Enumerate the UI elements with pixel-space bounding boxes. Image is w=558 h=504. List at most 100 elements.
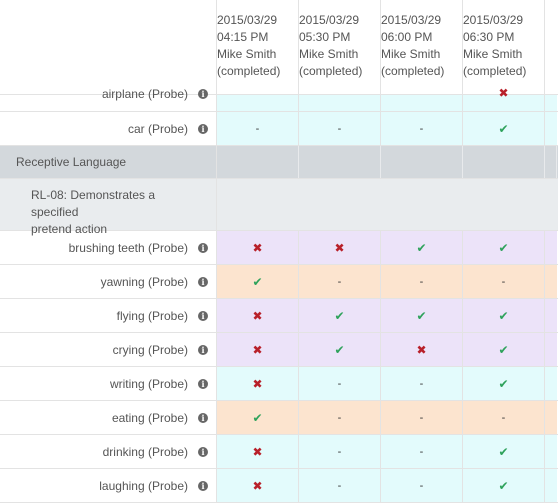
table-row: drinking (Probe) i ✖ - - ✔ bbox=[0, 435, 558, 469]
info-icon[interactable]: i bbox=[198, 89, 208, 99]
result-cell[interactable]: - bbox=[299, 112, 381, 145]
info-icon[interactable]: i bbox=[198, 123, 208, 134]
dash-icon: - bbox=[419, 377, 424, 390]
result-cell[interactable]: - bbox=[381, 367, 463, 400]
result-cell[interactable]: ✔ bbox=[463, 469, 545, 502]
goal-cell bbox=[463, 179, 545, 230]
session-time: 04:15 PM bbox=[217, 30, 269, 44]
row-label: crying (Probe) bbox=[112, 342, 188, 357]
result-cell[interactable]: ✖ bbox=[217, 469, 299, 502]
section-title[interactable]: Receptive Language bbox=[0, 146, 217, 178]
result-cell[interactable]: ✔ bbox=[299, 333, 381, 366]
session-column-header[interactable]: 2015/03/29 06:00 PM Mike Smith (complete… bbox=[381, 0, 463, 94]
dash-icon: - bbox=[337, 411, 342, 424]
session-time: 06:00 PM bbox=[381, 30, 433, 44]
goal-title[interactable]: RL-08: Demonstrates a specified pretend a… bbox=[0, 179, 217, 236]
session-user: Mike Smith bbox=[381, 47, 441, 61]
row-label-cell: crying (Probe) i bbox=[0, 333, 217, 366]
row-label-cell: laughing (Probe) i bbox=[0, 469, 217, 502]
session-time: 05:30 PM bbox=[299, 30, 351, 44]
header-corner bbox=[0, 0, 217, 94]
result-cell[interactable]: - bbox=[381, 435, 463, 468]
result-cell[interactable]: ✔ bbox=[463, 435, 545, 468]
result-cell[interactable]: - bbox=[381, 112, 463, 145]
result-cell[interactable]: ✔ bbox=[217, 401, 299, 434]
check-icon: ✔ bbox=[334, 308, 345, 323]
result-cell[interactable]: ✔ bbox=[299, 299, 381, 332]
result-cell[interactable]: - bbox=[381, 469, 463, 502]
result-cell[interactable]: - bbox=[299, 435, 381, 468]
result-cell[interactable]: ✖ bbox=[463, 86, 545, 111]
table-row: writing (Probe) i ✖ - - ✔ bbox=[0, 367, 558, 401]
dash-icon: - bbox=[337, 275, 342, 288]
result-cell[interactable]: ✔ bbox=[217, 265, 299, 298]
result-cell-partial bbox=[545, 231, 557, 264]
dash-icon: - bbox=[419, 479, 424, 492]
result-cell[interactable]: ✔ bbox=[381, 231, 463, 264]
result-cell[interactable]: ✖ bbox=[217, 333, 299, 366]
session-column-header[interactable]: 2015/03/29 04:15 PM Mike Smith (complete… bbox=[217, 0, 299, 94]
header-row: 2015/03/29 04:15 PM Mike Smith (complete… bbox=[0, 0, 558, 95]
result-cell[interactable]: - bbox=[463, 401, 545, 434]
goal-title-line1: RL-08: Demonstrates a specified bbox=[31, 188, 156, 219]
info-icon[interactable]: i bbox=[198, 480, 208, 491]
result-cell[interactable]: - bbox=[463, 265, 545, 298]
info-icon[interactable]: i bbox=[198, 276, 208, 287]
row-label: flying (Probe) bbox=[116, 308, 188, 323]
cross-icon: ✖ bbox=[416, 342, 427, 357]
info-icon[interactable]: i bbox=[198, 242, 208, 253]
result-cell[interactable]: ✔ bbox=[463, 367, 545, 400]
check-icon: ✔ bbox=[416, 308, 427, 323]
info-icon[interactable]: i bbox=[198, 446, 208, 457]
check-icon: ✔ bbox=[416, 240, 427, 255]
check-icon: ✔ bbox=[334, 342, 345, 357]
result-cell[interactable]: ✔ bbox=[463, 333, 545, 366]
section-cell bbox=[381, 146, 463, 178]
result-cell[interactable]: ✖ bbox=[217, 231, 299, 264]
result-cell[interactable]: ✔ bbox=[381, 299, 463, 332]
row-label: laughing (Probe) bbox=[99, 478, 188, 493]
info-icon[interactable]: i bbox=[198, 412, 208, 423]
session-date: 2015/03/29 bbox=[463, 13, 524, 27]
result-cell[interactable]: - bbox=[381, 265, 463, 298]
info-icon[interactable]: i bbox=[198, 310, 208, 321]
session-column-header-partial bbox=[545, 0, 557, 94]
result-cell[interactable]: - bbox=[217, 112, 299, 145]
dash-icon: - bbox=[419, 275, 424, 288]
result-cell[interactable]: ✖ bbox=[381, 333, 463, 366]
dash-icon: - bbox=[255, 122, 260, 135]
result-cell[interactable]: ✔ bbox=[463, 299, 545, 332]
result-cell[interactable]: - bbox=[299, 265, 381, 298]
info-icon[interactable]: i bbox=[198, 344, 208, 355]
result-cell[interactable]: ✔ bbox=[463, 112, 545, 145]
session-column-header[interactable]: 2015/03/29 05:30 PM Mike Smith (complete… bbox=[299, 0, 381, 94]
result-cell[interactable]: - bbox=[299, 367, 381, 400]
result-cell[interactable]: ✖ bbox=[217, 299, 299, 332]
dash-icon: - bbox=[337, 377, 342, 390]
result-cell[interactable]: ✔ bbox=[463, 231, 545, 264]
result-cell-partial bbox=[545, 265, 557, 298]
check-icon: ✔ bbox=[498, 240, 509, 255]
row-label: drinking (Probe) bbox=[102, 444, 188, 459]
result-cell[interactable] bbox=[381, 95, 463, 111]
row-label: car (Probe) bbox=[127, 121, 188, 136]
goal-cell bbox=[299, 179, 381, 230]
result-cell[interactable]: - bbox=[299, 401, 381, 434]
result-cell[interactable]: ✖ bbox=[217, 367, 299, 400]
result-cell[interactable]: - bbox=[299, 469, 381, 502]
goal-cell-partial bbox=[545, 179, 557, 230]
cross-icon: ✖ bbox=[252, 308, 263, 323]
session-column-header[interactable]: 2015/03/29 06:30 PM Mike Smith (complete… bbox=[463, 0, 545, 94]
info-icon[interactable]: i bbox=[198, 378, 208, 389]
result-cell[interactable] bbox=[299, 95, 381, 111]
dash-icon: - bbox=[501, 275, 506, 288]
goal-header-row: RL-08: Demonstrates a specified pretend a… bbox=[0, 179, 558, 236]
cross-icon: ✖ bbox=[252, 376, 263, 391]
check-icon: ✔ bbox=[498, 308, 509, 323]
result-cell[interactable]: ✖ bbox=[299, 231, 381, 264]
row-label-cell: flying (Probe) i bbox=[0, 299, 217, 332]
result-cell[interactable] bbox=[217, 95, 299, 111]
row-label-cell: airplane (Probe) i bbox=[0, 87, 217, 111]
result-cell[interactable]: - bbox=[381, 401, 463, 434]
result-cell[interactable]: ✖ bbox=[217, 435, 299, 468]
